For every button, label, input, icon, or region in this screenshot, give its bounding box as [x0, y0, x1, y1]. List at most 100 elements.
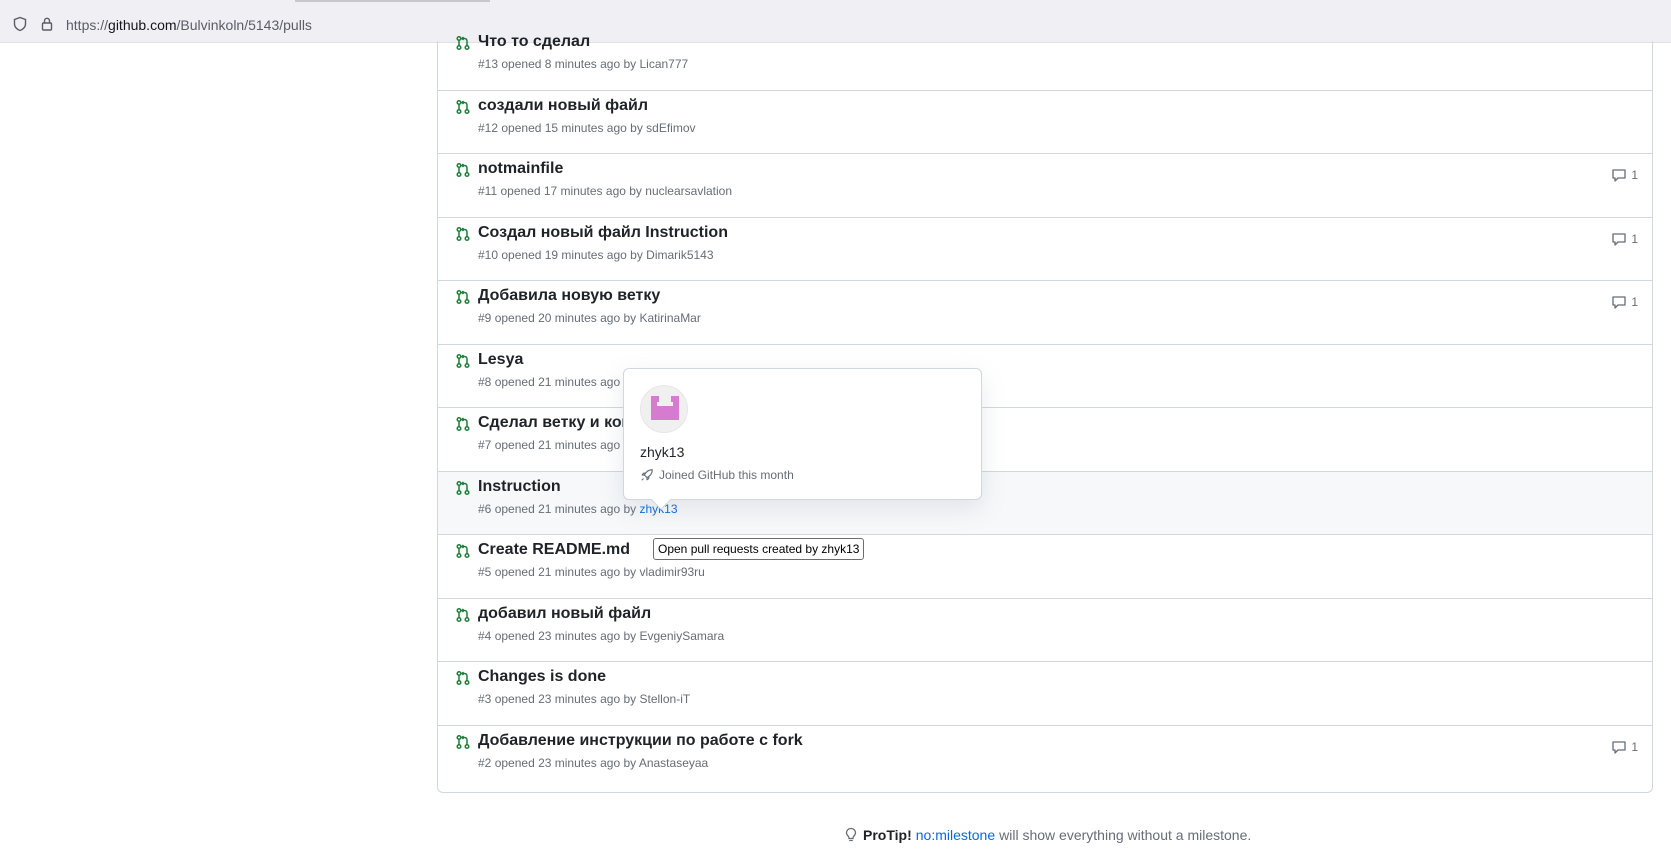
pr-opened: opened 23 minutes ago by	[494, 692, 637, 706]
pull-request-open-icon	[456, 162, 470, 178]
pr-row[interactable]: notmainfile #11 opened 17 minutes ago by…	[438, 154, 1652, 218]
pr-opened: opened 23 minutes ago by	[494, 755, 637, 770]
pull-request-open-icon	[456, 226, 470, 241]
pr-number: #2	[478, 755, 492, 770]
pr-title[interactable]: Сделал ветку и ком	[478, 414, 633, 432]
pull-request-open-icon	[456, 543, 470, 559]
pull-request-open-icon	[456, 607, 470, 622]
pr-title[interactable]: создали новый файл	[478, 97, 648, 115]
pr-meta: #13 opened 8 minutes ago by Lican777	[478, 57, 688, 71]
pr-opened: opened 8 minutes ago by	[501, 57, 637, 71]
pr-author-link[interactable]: Anastaseyaa	[639, 756, 708, 770]
pr-number: #5	[478, 565, 492, 579]
light-bulb-icon	[845, 827, 857, 842]
pr-meta: #6 opened 21 minutes ago by zhyk13	[478, 502, 678, 516]
identicon-icon	[651, 396, 679, 420]
pr-title[interactable]: добавил новый файл	[478, 605, 651, 623]
pr-author-link[interactable]: Stellon-iT	[640, 692, 691, 706]
pr-opened: opened 17 minutes ago by	[500, 184, 642, 198]
pr-title[interactable]: notmainfile	[478, 160, 563, 178]
url-path: /Bulvinkoln/5143/pulls	[176, 17, 312, 33]
url-text[interactable]: https://github.com/Bulvinkoln/5143/pulls	[66, 17, 312, 33]
pr-meta: #11 opened 17 minutes ago by nuclearsavl…	[478, 184, 732, 198]
pr-meta: #4 opened 23 minutes ago by EvgeniySamar…	[478, 629, 724, 643]
pull-request-open-icon	[456, 480, 470, 495]
pr-opened: opened 23 minutes ago by	[494, 628, 637, 643]
pr-title[interactable]: Lesya	[478, 351, 523, 369]
pr-title[interactable]: Добавила новую ветку	[478, 287, 660, 305]
pr-row[interactable]: Instruction #6 opened 21 minutes ago by …	[438, 471, 1652, 535]
pr-author-link[interactable]: sdEfimov	[646, 121, 695, 135]
url-prefix: https://	[66, 17, 109, 33]
pull-request-open-icon	[456, 353, 470, 368]
comment-count-value: 1	[1631, 739, 1638, 754]
rocket-icon	[641, 469, 653, 481]
pr-author-link[interactable]: Dimarik5143	[646, 248, 713, 262]
pr-number: #3	[478, 692, 492, 706]
avatar[interactable]	[640, 385, 688, 433]
comment-count[interactable]: 1	[1611, 231, 1638, 247]
pr-opened: opened 21 minutes ago	[494, 374, 621, 389]
comment-icon	[1612, 296, 1626, 309]
pr-meta: #9 opened 20 minutes ago by KatirinaMar	[478, 311, 701, 325]
pr-meta: #12 opened 15 minutes ago by sdEfimov	[478, 121, 696, 135]
pr-opened: opened 21 minutes ago	[494, 438, 621, 452]
pr-title[interactable]: Добавление инструкции по работе с fork	[478, 732, 803, 750]
pull-request-open-icon	[456, 289, 470, 305]
pr-author-link[interactable]: KatirinaMar	[640, 311, 701, 325]
pr-author-link[interactable]: Lican777	[639, 57, 688, 71]
comment-count[interactable]: 1	[1611, 167, 1638, 183]
pr-row[interactable]: Что то сделал #13 opened 8 minutes ago b…	[438, 27, 1652, 91]
comment-icon	[1612, 169, 1626, 182]
pr-title[interactable]: Что то сделал	[478, 33, 590, 51]
pr-row[interactable]: Добавила новую ветку #9 opened 20 minute…	[438, 281, 1652, 345]
pr-number: #4	[478, 628, 492, 643]
pr-row[interactable]: Lesya #8 opened 21 minutes ago	[438, 345, 1652, 408]
pr-opened: opened 20 minutes ago by	[494, 311, 637, 325]
protip: ProTip! no:milestone will show everythin…	[843, 827, 1251, 843]
pull-request-open-icon	[456, 670, 470, 686]
pr-row[interactable]: Добавление инструкции по работе с fork #…	[438, 726, 1652, 790]
pr-row[interactable]: Create README.md #5 opened 21 minutes ag…	[438, 535, 1652, 599]
pr-number: #13	[478, 57, 499, 71]
pr-author-link[interactable]: EvgeniySamara	[640, 629, 725, 643]
pr-author-link[interactable]: nuclearsavlation	[645, 184, 732, 198]
pr-meta: #10 opened 19 minutes ago by Dimarik5143	[478, 248, 714, 262]
comment-count-value: 1	[1631, 231, 1638, 246]
comment-icon	[1612, 232, 1626, 246]
pr-number: #11	[478, 184, 498, 198]
pr-title[interactable]: Create README.md	[478, 541, 630, 559]
pull-request-open-icon	[456, 416, 470, 432]
lock-icon[interactable]	[39, 16, 55, 32]
author-tooltip: Open pull requests created by zhyk13	[653, 538, 865, 560]
pr-row[interactable]: создали новый файл #12 opened 15 minutes…	[438, 91, 1652, 154]
protip-link[interactable]: no:milestone	[916, 827, 995, 843]
pr-meta: #7 opened 21 minutes ago	[478, 438, 620, 452]
comment-count[interactable]: 1	[1611, 739, 1638, 755]
pr-title[interactable]: Changes is done	[478, 668, 606, 686]
pr-opened: opened 19 minutes ago by	[501, 247, 643, 262]
pr-author-link[interactable]: vladimir93ru	[640, 565, 705, 579]
pr-row[interactable]: Changes is done #3 opened 23 minutes ago…	[438, 662, 1652, 726]
url-domain: github.com	[108, 17, 177, 33]
pr-row[interactable]: добавил новый файл #4 opened 23 minutes …	[438, 599, 1652, 662]
pr-opened: opened 15 minutes ago by	[501, 120, 643, 135]
pr-opened: opened 21 minutes ago by	[494, 501, 637, 516]
shield-icon[interactable]	[12, 16, 28, 32]
hovercard-joined-text: Joined GitHub this month	[659, 468, 794, 482]
comment-count[interactable]: 1	[1611, 294, 1638, 310]
pr-meta: #3 opened 23 minutes ago by Stellon-iT	[478, 692, 690, 706]
pr-title[interactable]: Создал новый файл Instruction	[478, 224, 728, 242]
pr-number: #8	[478, 374, 492, 389]
pr-title[interactable]: Instruction	[478, 478, 561, 496]
pr-number: #7	[478, 438, 492, 452]
comment-count-value: 1	[1631, 295, 1638, 309]
pr-row[interactable]: Создал новый файл Instruction #10 opened…	[438, 218, 1652, 281]
pr-number: #6	[478, 501, 492, 516]
pr-opened: opened 21 minutes ago by	[494, 565, 637, 579]
hovercard-login[interactable]: zhyk13	[640, 444, 684, 460]
pull-request-list: Что то сделал #13 opened 8 minutes ago b…	[437, 33, 1653, 793]
pull-request-open-icon	[456, 734, 470, 749]
pr-row[interactable]: Сделал ветку и ком #7 opened 21 minutes …	[438, 408, 1652, 472]
comment-count-value: 1	[1631, 168, 1638, 182]
